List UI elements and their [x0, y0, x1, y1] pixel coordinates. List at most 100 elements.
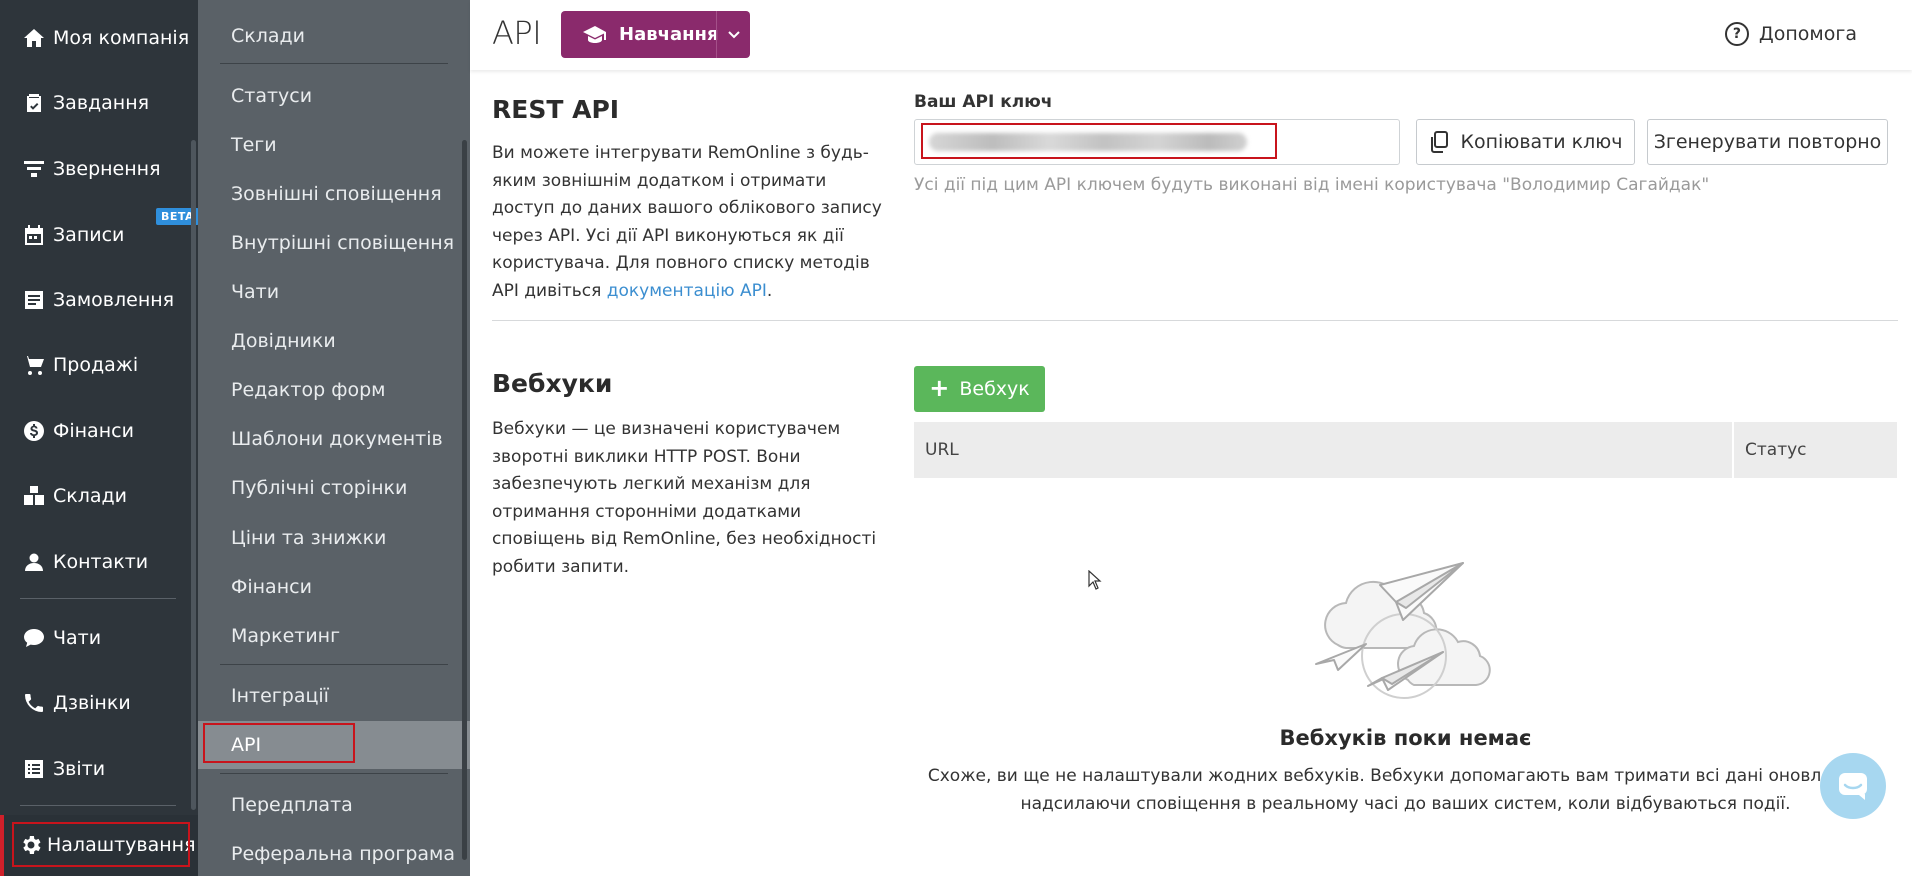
settings-divider	[220, 773, 448, 774]
settings-item-label: Реферальна програма	[231, 843, 456, 865]
regenerate-key-label: Згенерувати повторно	[1653, 131, 1882, 153]
home-icon	[19, 26, 49, 50]
nav-item-my-company[interactable]: Моя компанія	[0, 13, 190, 63]
support-chat-button[interactable]	[1820, 753, 1886, 819]
copy-key-label: Копіювати ключ	[1460, 131, 1623, 153]
main-content: API Навчання ? Допомога REST API Ви може…	[470, 0, 1912, 876]
regenerate-key-button[interactable]: Згенерувати повторно	[1647, 119, 1888, 165]
nav-item-warehouses[interactable]: Склади	[0, 471, 190, 521]
settings-item-form-editor[interactable]: Редактор форм	[198, 368, 470, 412]
learning-dropdown-toggle[interactable]	[716, 11, 750, 58]
nav-item-requests[interactable]: Звернення	[0, 144, 190, 194]
chevron-down-icon	[727, 30, 740, 38]
settings-item-label: Внутрішні сповіщення	[231, 232, 455, 254]
nav-item-contacts[interactable]: Контакти	[0, 537, 190, 587]
primary-sidebar: Моя компанія Завдання Звернення Записи B…	[0, 0, 200, 876]
chat-icon	[19, 626, 49, 650]
nav-item-label: Контакти	[53, 551, 149, 573]
empty-state-text: Схоже, ви ще не налаштували жодних вебху…	[927, 766, 1884, 814]
settings-item-label: Публічні сторінки	[231, 477, 408, 499]
settings-item-subscription[interactable]: Передплата	[198, 783, 470, 827]
nav-item-label: Звернення	[53, 158, 161, 180]
nav-item-label: Налаштування	[47, 834, 196, 856]
webhooks-table-header: URL Статус	[914, 422, 1897, 478]
copy-key-button[interactable]: Копіювати ключ	[1416, 119, 1635, 165]
nav-item-label: Звіти	[53, 758, 106, 780]
sidebar-scrollbar[interactable]	[191, 140, 196, 810]
rest-api-title: REST API	[492, 95, 620, 124]
settings-item-label: Довідники	[231, 330, 336, 352]
settings-item-label: Чати	[231, 281, 280, 303]
api-key-field[interactable]	[914, 119, 1400, 165]
settings-item-statuses[interactable]: Статуси	[198, 74, 470, 118]
settings-item-integrations[interactable]: Інтеграції	[198, 674, 470, 718]
rest-api-description: Ви можете інтегрувати RemOnline з будь-я…	[492, 140, 892, 305]
rest-api-description-end: .	[766, 280, 773, 301]
nav-item-sales[interactable]: Продажі	[0, 340, 190, 390]
settings-item-directories[interactable]: Довідники	[198, 319, 470, 363]
help-link[interactable]: ? Допомога	[1724, 22, 1857, 46]
section-divider	[492, 320, 1898, 321]
settings-item-label: Зовнішні сповіщення	[231, 183, 442, 205]
graduation-cap-icon	[583, 25, 607, 45]
settings-item-chats[interactable]: Чати	[198, 270, 470, 314]
paper-planes-clouds-illustration	[1315, 562, 1491, 699]
settings-item-label: API	[231, 734, 262, 756]
phone-icon	[19, 691, 49, 715]
settings-item-warehouses[interactable]: Склади	[198, 14, 470, 58]
add-webhook-label: Вебхук	[959, 378, 1030, 400]
nav-item-label: Замовлення	[53, 289, 175, 311]
settings-item-public-pages[interactable]: Публічні сторінки	[198, 466, 470, 510]
settings-item-external-notifications[interactable]: Зовнішні сповіщення	[198, 172, 470, 216]
settings-item-marketing[interactable]: Маркетинг	[198, 614, 470, 658]
warehouse-icon	[19, 484, 49, 508]
settings-sidebar: Склади Статуси Теги Зовнішні сповіщення …	[198, 0, 470, 876]
settings-item-document-templates[interactable]: Шаблони документів	[198, 417, 470, 461]
api-key-hint: Усі дії під цим API ключем будуть викона…	[914, 175, 1710, 195]
nav-item-tasks[interactable]: Завдання	[0, 78, 190, 128]
settings-item-label: Фінанси	[231, 576, 312, 598]
nav-item-label: Фінанси	[53, 420, 134, 442]
nav-item-label: Чати	[53, 627, 102, 649]
learning-button[interactable]: Навчання	[561, 11, 750, 58]
task-icon	[19, 91, 49, 115]
copy-icon	[1430, 131, 1448, 153]
add-webhook-button[interactable]: + Вебхук	[914, 366, 1045, 412]
settings-item-api[interactable]: API	[198, 721, 470, 769]
api-key-label: Ваш API ключ	[914, 92, 1053, 112]
gear-icon	[19, 833, 43, 857]
nav-item-calls[interactable]: Дзвінки	[0, 678, 190, 728]
reports-icon	[19, 757, 49, 781]
rest-api-description-text: Ви можете інтегрувати RemOnline з будь-я…	[492, 143, 882, 301]
mouse-cursor-icon	[1088, 570, 1102, 590]
settings-item-label: Шаблони документів	[231, 428, 443, 450]
help-label: Допомога	[1758, 23, 1857, 45]
settings-item-label: Редактор форм	[231, 379, 386, 401]
nav-item-chats[interactable]: Чати	[0, 613, 190, 663]
api-docs-link[interactable]: документацію API	[607, 281, 767, 301]
settings-item-prices-discounts[interactable]: Ціни та знижки	[198, 516, 470, 560]
top-bar: API Навчання ? Допомога	[470, 0, 1912, 70]
nav-item-label: Моя компанія	[53, 27, 190, 49]
orders-icon	[19, 288, 49, 312]
chat-bubble-icon	[1839, 773, 1867, 800]
settings-item-finance[interactable]: Фінанси	[198, 565, 470, 609]
nav-item-label: Продажі	[53, 354, 139, 376]
nav-item-settings[interactable]: Налаштування	[0, 820, 196, 870]
nav-item-label: Записи	[53, 224, 125, 246]
nav-item-label: Завдання	[53, 92, 150, 114]
settings-scrollbar[interactable]	[462, 140, 467, 860]
nav-item-label: Дзвінки	[53, 692, 131, 714]
nav-item-orders[interactable]: Замовлення	[0, 275, 190, 325]
page-title: API	[492, 14, 542, 52]
settings-item-label: Теги	[231, 134, 277, 156]
nav-divider	[20, 805, 176, 806]
settings-item-tags[interactable]: Теги	[198, 123, 470, 167]
learning-button-label: Навчання	[619, 24, 719, 45]
settings-item-label: Ціни та знижки	[231, 527, 387, 549]
nav-item-reports[interactable]: Звіти	[0, 744, 190, 794]
nav-item-finance[interactable]: Фінанси	[0, 406, 190, 456]
question-circle-icon: ?	[1724, 22, 1749, 46]
settings-item-internal-notifications[interactable]: Внутрішні сповіщення	[198, 221, 470, 265]
settings-item-referral-program[interactable]: Реферальна програма	[198, 832, 470, 876]
